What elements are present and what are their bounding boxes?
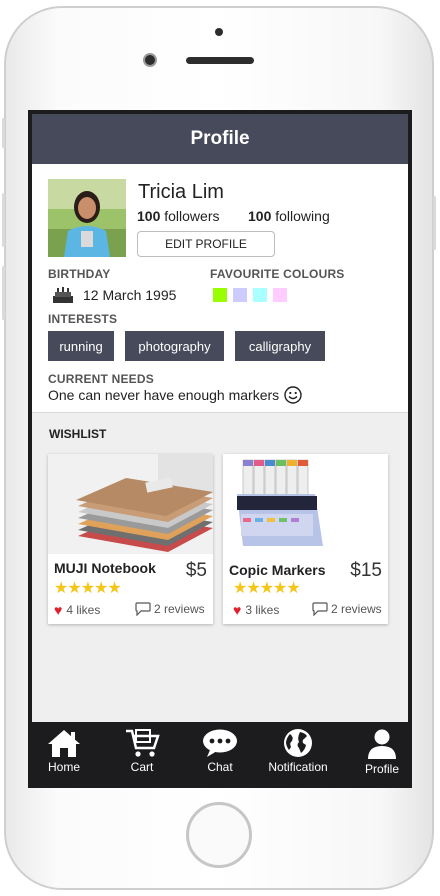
likes-text: 4 likes — [66, 603, 101, 617]
power-button — [433, 196, 436, 250]
followers-count[interactable]: 100 followers — [137, 208, 220, 224]
reviews-count[interactable]: 2 reviews — [312, 602, 382, 617]
followers-label: followers — [164, 208, 220, 224]
heart-icon: ♥ — [233, 602, 242, 618]
avatar — [48, 179, 126, 257]
person-icon — [368, 729, 396, 759]
tab-chat[interactable]: Chat — [190, 722, 250, 784]
followers-number: 100 — [137, 208, 161, 224]
interest-tag[interactable]: photography — [125, 331, 224, 361]
star-rating: ★★★★★ — [233, 580, 301, 597]
birthday-row: 12 March 1995 — [52, 286, 176, 304]
main-content: Tricia Lim 100 followers 100 following E… — [32, 164, 408, 722]
tab-chat-label: Chat — [207, 760, 233, 774]
globe-icon — [284, 729, 312, 757]
colour-swatch-cyan — [253, 288, 267, 302]
product-title: Copic Markers — [229, 562, 326, 578]
proximity-sensor — [215, 28, 223, 36]
tab-profile-label: Profile — [364, 762, 399, 776]
comment-icon — [312, 602, 328, 617]
tab-home[interactable]: Home — [34, 722, 94, 784]
front-camera — [143, 53, 157, 67]
likes-count[interactable]: ♥ 3 likes — [233, 602, 279, 618]
tab-cart[interactable]: Cart — [112, 722, 172, 784]
comment-icon — [135, 602, 151, 617]
tab-home-label: Home — [47, 760, 80, 774]
app-header: Profile — [32, 114, 408, 164]
birthday-value: 12 March 1995 — [83, 287, 177, 303]
bottom-tab-bar: Home Cart Chat Notification Profile — [32, 722, 408, 784]
wishlist-card-muji-notebook[interactable]: MUJI Notebook $5 ★★★★★ ♥ 4 likes 2 revie… — [48, 454, 213, 624]
smiley-icon — [284, 386, 302, 404]
favourite-colours-label: FAVOURITE COLOURS — [210, 267, 345, 281]
heart-icon: ♥ — [54, 602, 63, 618]
wishlist-label: WISHLIST — [49, 427, 107, 441]
edit-profile-button[interactable]: EDIT PROFILE — [137, 231, 275, 257]
reviews-text: 2 reviews — [331, 602, 382, 616]
app-screen: Profile Tricia Lim 100 followers 100 fol… — [28, 110, 412, 788]
current-needs-label: CURRENT NEEDS — [48, 372, 154, 386]
wishlist-card-copic-markers[interactable]: Copic Markers $15 ★★★★★ ♥ 3 likes 2 revi… — [223, 454, 388, 624]
current-needs-value: One can never have enough markers — [48, 387, 280, 403]
interest-tag[interactable]: calligraphy — [235, 331, 325, 361]
interests-label: INTERESTS — [48, 312, 118, 326]
product-price: $15 — [350, 560, 382, 581]
current-needs-row: One can never have enough markers — [48, 386, 302, 404]
tab-notification-label: Notification — [268, 760, 328, 774]
mute-switch — [2, 118, 5, 148]
reviews-text: 2 reviews — [154, 602, 205, 616]
volume-up-button — [2, 193, 5, 247]
reviews-count[interactable]: 2 reviews — [135, 602, 205, 617]
cake-icon — [52, 286, 74, 304]
tab-cart-label: Cart — [130, 760, 154, 774]
star-rating: ★★★★★ — [54, 580, 122, 597]
colour-swatch-pink — [273, 288, 287, 302]
birthday-label: BIRTHDAY — [48, 267, 111, 281]
cart-icon — [126, 729, 160, 757]
home-icon — [48, 730, 80, 757]
following-label: following — [275, 208, 330, 224]
home-button[interactable] — [186, 802, 252, 868]
volume-down-button — [2, 266, 5, 320]
following-number: 100 — [248, 208, 272, 224]
tab-notification[interactable]: Notification — [260, 722, 336, 784]
tab-profile[interactable]: Profile — [352, 722, 408, 784]
notebook-image — [48, 454, 213, 554]
following-count[interactable]: 100 following — [248, 208, 330, 224]
interest-tag[interactable]: running — [48, 331, 114, 361]
chat-icon — [203, 729, 237, 757]
colour-swatch-green — [213, 288, 227, 302]
colour-swatch-lavender — [233, 288, 247, 302]
likes-text: 3 likes — [245, 603, 280, 617]
profile-card: Tricia Lim 100 followers 100 following E… — [32, 164, 408, 413]
product-price: $5 — [185, 560, 207, 581]
profile-name: Tricia Lim — [138, 181, 224, 203]
page-title: Profile — [190, 128, 250, 149]
earpiece-speaker — [186, 57, 254, 64]
product-title: MUJI Notebook — [54, 560, 156, 576]
markers-image — [223, 454, 388, 554]
likes-count[interactable]: ♥ 4 likes — [54, 602, 100, 618]
